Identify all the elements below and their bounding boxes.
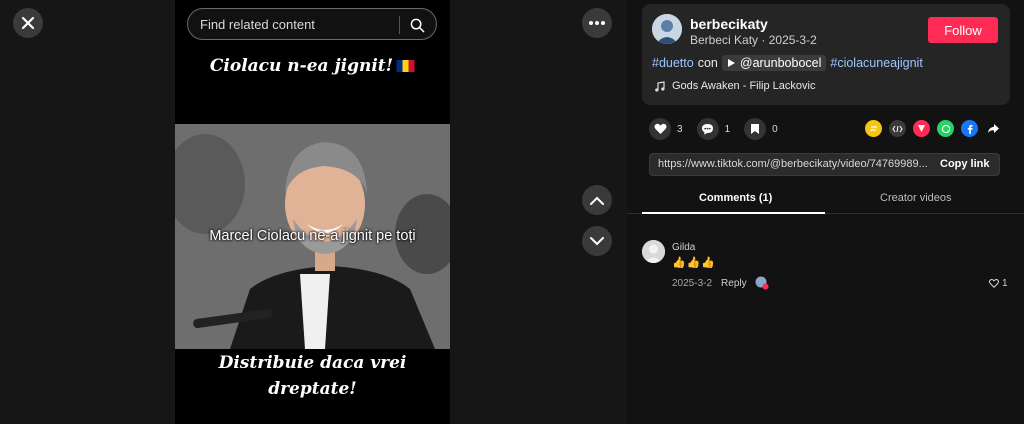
- share-bar: [865, 120, 1009, 137]
- save-button[interactable]: [744, 118, 767, 140]
- like-button[interactable]: [649, 118, 671, 140]
- video-title-text: Ciolacu n-ea jignit!: [209, 56, 394, 76]
- share-arrow-icon[interactable]: [985, 120, 1002, 137]
- comment-like[interactable]: 1: [989, 278, 1008, 289]
- chevron-down-icon: [590, 236, 604, 245]
- hashtag-ciolacuneajignit[interactable]: #ciolacuneajignit: [830, 56, 922, 70]
- link-box: https://www.tiktok.com/@berbecikaty/vide…: [649, 153, 1000, 176]
- creator-liked-avatar-icon: [755, 276, 769, 290]
- comment-text: 👍👍👍: [672, 257, 717, 269]
- comment-date: 2025-3-2: [672, 277, 713, 289]
- con-text: con: [697, 56, 718, 70]
- comment-button[interactable]: [696, 118, 719, 140]
- close-button[interactable]: [13, 8, 43, 38]
- romania-flag-icon: [396, 60, 415, 72]
- video-bottom-caption: Distribuie daca vrei dreptate!: [175, 350, 450, 402]
- author-card: berbecikaty Berbeci Katy · 2025-3-2 Foll…: [642, 4, 1010, 105]
- chevron-up-icon: [590, 196, 604, 205]
- tab-creator-videos[interactable]: Creator videos: [880, 192, 952, 204]
- active-tab-indicator: [642, 212, 825, 214]
- bookmark-icon: [751, 124, 760, 134]
- hashtag-duetto[interactable]: #duetto: [652, 56, 694, 70]
- commenter-avatar[interactable]: [642, 240, 665, 263]
- subline-separator: ·: [758, 33, 769, 47]
- save-action[interactable]: 0: [744, 118, 778, 140]
- video-description: #duetto con @arunbobocel #ciolacuneajign…: [652, 55, 923, 71]
- embed-icon[interactable]: [889, 120, 906, 137]
- search-divider: [399, 16, 400, 34]
- send-icon[interactable]: [913, 120, 930, 137]
- whatsapp-icon[interactable]: [937, 120, 954, 137]
- author-avatar[interactable]: [652, 14, 682, 44]
- facebook-icon[interactable]: [961, 120, 978, 137]
- music-link[interactable]: Gods Awaken - Filip Lackovic: [654, 80, 815, 92]
- post-date: 2025-3-2: [768, 33, 817, 47]
- comment-like-count: 1: [1002, 278, 1008, 289]
- play-icon: [727, 59, 735, 67]
- heart-outline-icon: [989, 279, 999, 288]
- like-count: 3: [677, 123, 683, 135]
- bottom-caption-line2: dreptate!: [268, 379, 357, 399]
- save-count: 0: [772, 123, 778, 135]
- repost-icon[interactable]: [865, 120, 882, 137]
- more-icon: [589, 21, 605, 25]
- tab-comments[interactable]: Comments (1): [699, 192, 772, 204]
- action-bar: 3 1 0: [649, 118, 792, 140]
- music-label: Gods Awaken - Filip Lackovic: [672, 80, 816, 92]
- search-button[interactable]: [406, 14, 428, 36]
- mention-chip[interactable]: @arunbobocel: [721, 55, 827, 71]
- next-video-button[interactable]: [582, 226, 612, 256]
- author-subline: Berbeci Katy · 2025-3-2: [690, 33, 817, 47]
- comment-meta: 2025-3-2 Reply: [672, 276, 769, 290]
- video-link-text[interactable]: https://www.tiktok.com/@berbecikaty/vide…: [658, 158, 928, 170]
- avatar-image: [652, 14, 682, 44]
- mention-text: @arunbobocel: [739, 56, 822, 70]
- heart-icon: [654, 123, 666, 134]
- search-box: [187, 8, 437, 40]
- reply-button[interactable]: Reply: [721, 278, 747, 289]
- music-note-icon: [655, 80, 665, 92]
- panel-tabs: Comments (1) Creator videos: [627, 183, 1024, 214]
- more-options-button[interactable]: [582, 8, 612, 38]
- copy-link-button[interactable]: Copy link: [940, 158, 990, 170]
- search-icon: [410, 18, 424, 32]
- search-input[interactable]: [200, 16, 396, 32]
- close-icon: [21, 16, 35, 30]
- previous-video-button[interactable]: [582, 185, 612, 215]
- bottom-caption-line1: Distribuie daca vrei: [218, 353, 407, 373]
- commenter-name[interactable]: Gilda: [672, 242, 695, 253]
- comment-icon: [702, 124, 714, 135]
- video-overlay-text: Marcel Ciolacu ne-a jignit pe toți: [209, 228, 416, 244]
- details-panel: berbecikaty Berbeci Katy · 2025-3-2 Foll…: [627, 0, 1024, 424]
- author-display-name: Berbeci Katy: [690, 33, 759, 47]
- follow-button[interactable]: Follow: [928, 17, 998, 43]
- like-action[interactable]: 3: [649, 118, 683, 140]
- video-title-caption: Ciolacu n-ea jignit!: [175, 56, 450, 76]
- comment-count: 1: [724, 123, 731, 135]
- default-avatar-icon: [642, 240, 665, 263]
- comment-action[interactable]: 1: [696, 118, 731, 140]
- author-username[interactable]: berbecikaty: [690, 16, 768, 32]
